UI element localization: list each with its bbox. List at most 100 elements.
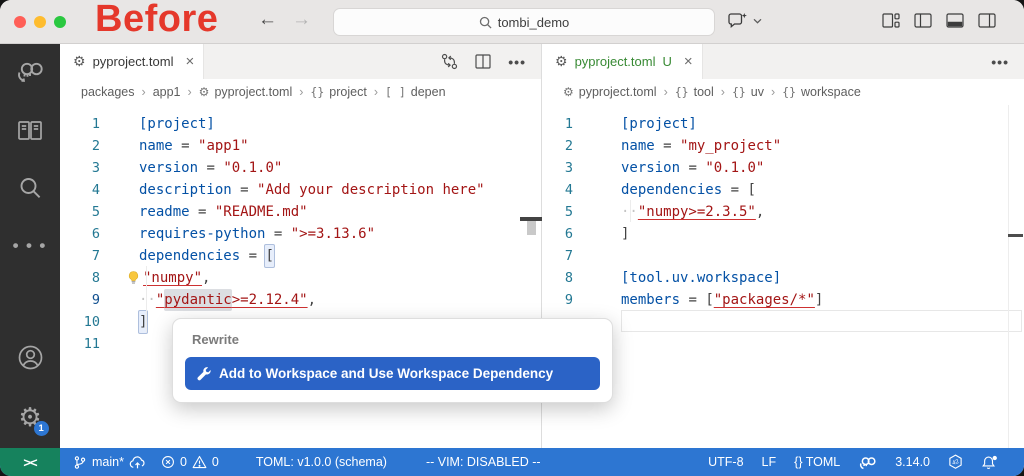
breadcrumb-item[interactable]: {}uv bbox=[732, 85, 764, 99]
problems-indicator[interactable]: 00 bbox=[161, 455, 219, 469]
navigate-back-button[interactable]: ← bbox=[258, 9, 277, 31]
code-token: ·· bbox=[139, 289, 156, 311]
line-content: members = ["packages/*"] bbox=[621, 289, 823, 311]
book-icon[interactable] bbox=[17, 115, 43, 145]
branch-indicator[interactable]: main* bbox=[73, 455, 146, 470]
breadcrumb-label: packages bbox=[81, 85, 135, 99]
status-label: 0 bbox=[180, 455, 187, 469]
gear-icon: ⚙ bbox=[199, 85, 210, 99]
tombi-status-icon[interactable] bbox=[858, 455, 877, 470]
breadcrumb-item[interactable]: {}tool bbox=[675, 85, 714, 99]
code-token: ] bbox=[815, 289, 823, 311]
status-label: UTF-8 bbox=[708, 455, 743, 469]
settings-gear-icon[interactable]: ⚙ 1 bbox=[18, 402, 41, 432]
code-line[interactable]: 5 readme = "README.md" bbox=[60, 201, 541, 223]
vim-mode-indicator[interactable]: -- VIM: DISABLED -- bbox=[426, 455, 541, 469]
code-token: , bbox=[308, 289, 316, 311]
code-line[interactable]: 6requires-python = ">=3.13.6" bbox=[60, 223, 541, 245]
breadcrumb-item[interactable]: ⚙pyproject.toml bbox=[199, 85, 293, 99]
code-line[interactable]: 3version = "0.1.0" bbox=[542, 157, 1024, 179]
code-line[interactable]: 4description = "Add your description her… bbox=[60, 179, 541, 201]
code-line[interactable]: 2name = "my_project" bbox=[542, 135, 1024, 157]
breadcrumb-item[interactable]: app1 bbox=[153, 85, 181, 99]
vscode-window: Before ← → tombi_demo bbox=[0, 0, 1024, 476]
code-line[interactable]: 7 bbox=[542, 245, 1024, 267]
code-line[interactable]: 9··"pydantic>=2.12.4", bbox=[60, 289, 541, 311]
code-line[interactable]: 3version = "0.1.0" bbox=[60, 157, 541, 179]
code-line[interactable]: 9members = ["packages/*"] bbox=[542, 289, 1024, 311]
account-icon[interactable] bbox=[17, 342, 44, 372]
split-editor-icon[interactable] bbox=[475, 54, 491, 69]
close-window-button[interactable] bbox=[14, 16, 26, 28]
maximize-window-button[interactable] bbox=[54, 16, 66, 28]
code-line[interactable]: 6] bbox=[542, 223, 1024, 245]
code-line[interactable]: 2name = "app1" bbox=[60, 135, 541, 157]
code-line[interactable]: 5··"numpy>=2.3.5", bbox=[542, 201, 1024, 223]
code-line[interactable]: 4dependencies = [ bbox=[542, 179, 1024, 201]
toggle-panel-icon[interactable] bbox=[946, 13, 964, 28]
line-number: 5 bbox=[542, 201, 573, 223]
code-line[interactable]: 8[tool.uv.workspace] bbox=[542, 267, 1024, 289]
toggle-secondary-sidebar-icon[interactable] bbox=[978, 13, 996, 28]
code-line[interactable]: 7dependencies = [ bbox=[60, 245, 541, 267]
close-tab-icon[interactable]: × bbox=[684, 53, 693, 70]
add-to-workspace-action[interactable]: Add to Workspace and Use Workspace Depen… bbox=[185, 357, 600, 390]
lightbulb-icon[interactable] bbox=[127, 270, 142, 286]
code-line[interactable]: 1[project] bbox=[542, 113, 1024, 135]
more-views-icon[interactable]: • • • bbox=[13, 231, 48, 261]
braces-icon: {} bbox=[310, 85, 324, 99]
breadcrumb-item[interactable]: {}project bbox=[310, 85, 366, 99]
status-label: 0 bbox=[212, 455, 219, 469]
rewrite-section-label: Rewrite bbox=[192, 332, 600, 347]
scrollbar-marker bbox=[1008, 234, 1023, 237]
close-tab-icon[interactable]: × bbox=[185, 53, 194, 70]
customize-layout-icon[interactable] bbox=[882, 13, 900, 28]
status-label: {} TOML bbox=[794, 455, 840, 469]
command-center-search[interactable]: tombi_demo bbox=[333, 8, 715, 36]
code-token: = bbox=[265, 223, 290, 245]
breadcrumb-item[interactable]: packages bbox=[81, 85, 135, 99]
line-number: 6 bbox=[60, 223, 100, 245]
code-token: [ bbox=[705, 289, 713, 311]
open-changes-icon[interactable] bbox=[441, 53, 458, 70]
breadcrumb-item[interactable]: {}workspace bbox=[782, 85, 861, 99]
language-mode-indicator[interactable]: {} TOML bbox=[794, 455, 840, 469]
chevron-down-icon bbox=[753, 18, 762, 24]
hexagon-badge-icon[interactable]: 42 bbox=[948, 454, 963, 470]
line-content: readme = "README.md" bbox=[139, 201, 308, 223]
line-number: 2 bbox=[60, 135, 100, 157]
notifications-bell[interactable] bbox=[981, 455, 998, 470]
code-token: = bbox=[240, 245, 265, 267]
line-content: [tool.uv.workspace] bbox=[621, 267, 781, 289]
navigate-forward-button[interactable]: → bbox=[292, 9, 311, 31]
code-token: " bbox=[156, 289, 164, 311]
breadcrumb-item[interactable]: ⚙pyproject.toml bbox=[563, 85, 657, 99]
more-actions-icon[interactable]: ••• bbox=[508, 54, 526, 70]
code-token: [project] bbox=[139, 113, 215, 135]
python-version-indicator[interactable]: 3.14.0 bbox=[895, 455, 930, 469]
code-token: "README.md" bbox=[215, 201, 308, 223]
search-sidebar-icon[interactable] bbox=[18, 173, 43, 203]
code-line[interactable]: 8"numpy", bbox=[60, 267, 541, 289]
line-number: 5 bbox=[60, 201, 100, 223]
line-number: 4 bbox=[542, 179, 573, 201]
eol-indicator[interactable]: LF bbox=[762, 455, 777, 469]
tombi-icon bbox=[858, 455, 877, 470]
breadcrumb-item[interactable]: [ ]depen bbox=[385, 85, 446, 99]
tab-pyproject-toml-right[interactable]: ⚙ pyproject.toml U × bbox=[542, 44, 703, 79]
encoding-indicator[interactable]: UTF-8 bbox=[708, 455, 743, 469]
minimize-window-button[interactable] bbox=[34, 16, 46, 28]
tombi-extension-icon[interactable] bbox=[15, 57, 45, 87]
code-line[interactable]: 1[project] bbox=[60, 113, 541, 135]
toml-version-indicator[interactable]: TOML: v1.0.0 (schema) bbox=[256, 455, 387, 469]
toggle-primary-sidebar-icon[interactable] bbox=[914, 13, 932, 28]
more-actions-icon[interactable]: ••• bbox=[991, 54, 1009, 70]
line-content: ] bbox=[621, 223, 629, 245]
tab-pyproject-toml-left[interactable]: ⚙ pyproject.toml × bbox=[60, 44, 204, 79]
remote-indicator[interactable]: >< bbox=[0, 448, 60, 476]
status-label: TOML: v1.0.0 (schema) bbox=[256, 455, 387, 469]
editor-right[interactable]: 1[project]2name = "my_project"3version =… bbox=[542, 105, 1024, 448]
copilot-chat-button[interactable] bbox=[727, 12, 762, 29]
code-token: = bbox=[173, 135, 198, 157]
editor-group-right: ⚙ pyproject.toml U × ••• ⚙pyproject.toml… bbox=[542, 44, 1024, 448]
